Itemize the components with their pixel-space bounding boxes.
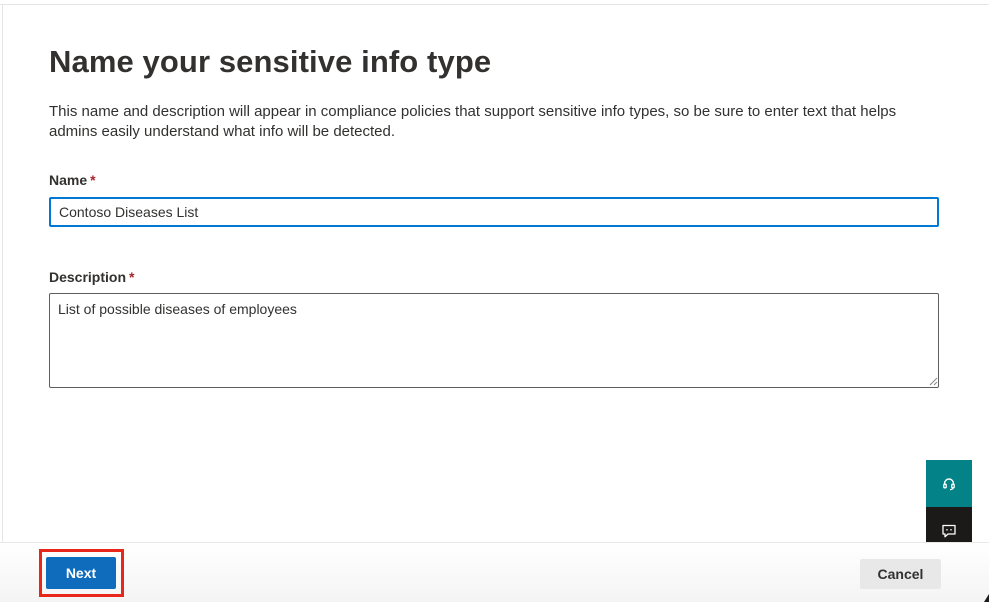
page-title: Name your sensitive info type	[49, 44, 492, 79]
name-required-mark: *	[90, 172, 96, 188]
description-field-label: Description *	[49, 268, 134, 286]
cancel-button[interactable]: Cancel	[860, 559, 941, 589]
description-label-text: Description	[49, 269, 127, 285]
help-support-button[interactable]	[926, 460, 972, 507]
headset-icon	[943, 477, 955, 490]
resize-grip-icon[interactable]	[929, 377, 938, 386]
chat-feedback-icon	[942, 524, 956, 537]
name-label-text: Name	[49, 172, 88, 188]
description-required-mark: *	[129, 269, 135, 285]
wizard-content: Name your sensitive info type This name …	[49, 40, 939, 142]
description-textarea[interactable]: List of possible diseases of employees	[49, 293, 939, 388]
page-description: This name and description will appear in…	[49, 103, 897, 140]
name-field-label: Name *	[49, 171, 96, 189]
wizard-panel: Name your sensitive info type This name …	[0, 0, 989, 602]
top-divider	[0, 4, 989, 5]
corner-scroll-icon	[984, 594, 989, 602]
left-divider	[2, 4, 3, 542]
wizard-footer	[0, 542, 989, 602]
next-button[interactable]: Next	[46, 557, 116, 589]
name-input[interactable]	[49, 197, 939, 227]
